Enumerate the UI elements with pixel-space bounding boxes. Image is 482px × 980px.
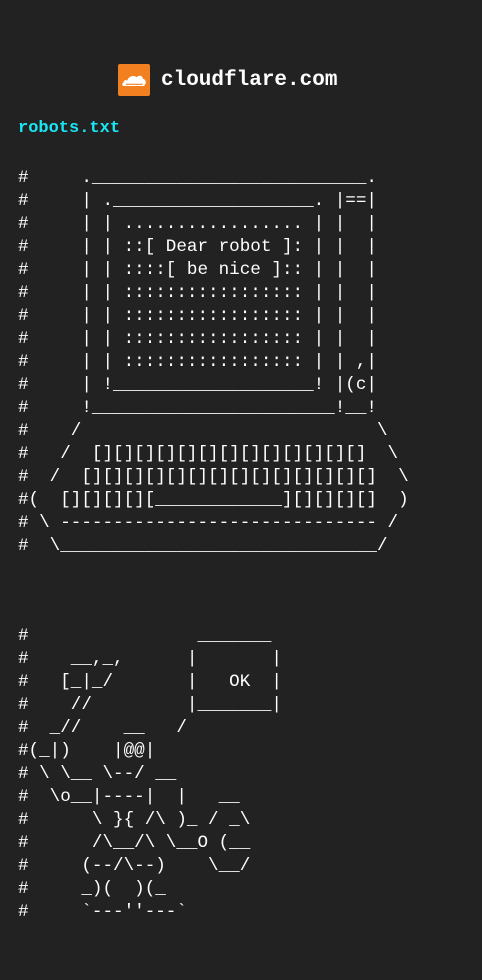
ascii-art-laptop: # .__________________________. # | .____… [18,168,409,556]
ascii-art-robot: # _______ # __,_, | | # [_|_/ | OK | # /… [18,626,282,922]
cloudflare-cloud-icon[interactable] [118,64,150,96]
robots-txt-link[interactable]: robots.txt [18,119,120,138]
site-name[interactable]: cloudflare.com [161,69,337,92]
cloud-icon-graphic [122,75,146,86]
site-header: cloudflare.com [118,62,337,98]
